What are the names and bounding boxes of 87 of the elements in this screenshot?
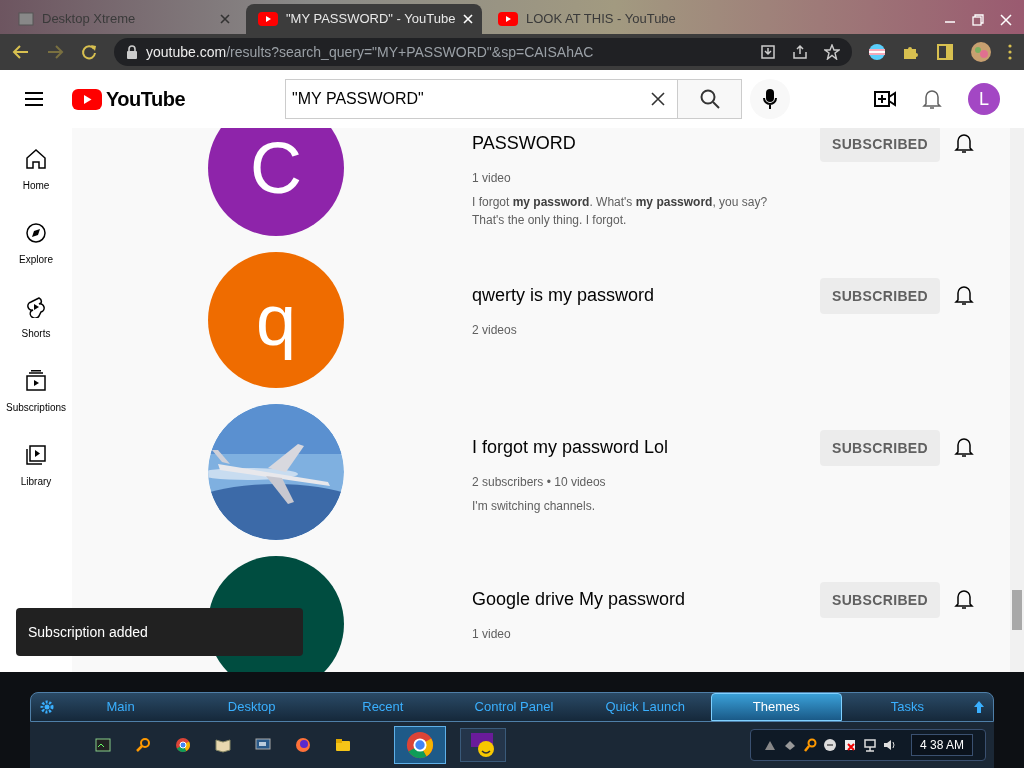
restore-icon[interactable] [972,14,984,26]
bell-icon[interactable] [954,284,974,306]
lock-icon [126,45,138,59]
channel-meta: 2 subscribers • 10 videos [472,474,607,491]
address-bar[interactable]: youtube.com/results?search_query="MY+PASSWORD"&sp=CAISAhAC [114,38,852,66]
channel-title[interactable]: Google drive My password [472,586,794,613]
monitor-icon[interactable] [255,737,271,753]
browser-tab[interactable]: "MY PASSWORD" - YouTube [246,4,482,34]
sidepanel-icon[interactable] [936,43,954,61]
search-button[interactable] [678,79,743,119]
youtube-logo[interactable]: YouTube [72,84,186,114]
channel-meta: 1 video [472,170,512,187]
subscribed-button[interactable]: SUBSCRIBED [820,582,940,618]
smiley-icon[interactable] [469,731,497,759]
star-icon[interactable] [824,44,840,60]
install-icon[interactable] [760,44,776,60]
back-icon[interactable] [12,43,30,61]
network-computer-icon[interactable] [862,738,877,752]
channel-avatar[interactable]: q [208,252,344,388]
taskbar-tab[interactable]: Control Panel [448,693,580,721]
bell-icon[interactable] [954,132,974,154]
menu-icon[interactable] [24,91,44,107]
create-video-icon[interactable] [874,90,896,108]
subscribed-button[interactable]: SUBSCRIBED [820,430,940,466]
account-avatar[interactable]: L [968,83,1000,115]
search-icon[interactable] [802,738,817,752]
channel-description: I forgot my password. What's my password, you say? That's the only thing. I forgot. [472,194,769,229]
channel-description: I'm switching channels. [472,498,596,515]
sidebar-item[interactable]: Home [22,148,50,193]
subscribed-button[interactable]: SUBSCRIBED [820,278,940,314]
library-icon[interactable] [25,444,47,466]
chrome-taskbar-button[interactable] [394,726,446,764]
sidebar-item[interactable]: Explore [19,222,53,267]
subscribed-button[interactable]: SUBSCRIBED [820,128,940,162]
taskbar-tab[interactable]: Tasks [841,693,973,721]
gear-icon[interactable] [39,699,55,715]
url-text: youtube.com/results?search_query="MY+PASSWORD"&sp=CAISAhAC [146,42,594,62]
speaker-icon[interactable] [882,738,897,752]
reload-icon[interactable] [80,43,98,61]
chrome-icon[interactable] [175,737,191,753]
channel-title[interactable]: I forgot my password Lol [472,434,794,461]
folder-icon[interactable] [335,737,351,753]
browser-tab[interactable]: LOOK AT THIS - YouTube [486,4,722,34]
search-icon[interactable] [699,89,720,109]
search-icon[interactable] [135,737,151,753]
arrow-up-icon[interactable] [973,700,985,714]
minus-circle-icon[interactable] [822,738,837,752]
compass-icon[interactable] [25,222,47,244]
menu-dots-icon[interactable] [1008,44,1012,60]
channel-meta: 2 videos [472,322,518,339]
bell-icon[interactable] [954,588,974,610]
home-icon[interactable] [25,148,47,170]
subscriptions-icon[interactable] [25,370,47,392]
channel-title[interactable]: PASSWORD [472,130,794,157]
taskbar-tab[interactable]: Desktop [186,693,318,721]
shorts-icon[interactable] [25,296,47,318]
flag-icon[interactable] [868,43,886,61]
clear-icon[interactable] [651,92,666,106]
messenger-taskbar-button[interactable] [460,728,506,762]
book-icon[interactable] [215,737,231,753]
sidebar-item[interactable]: Subscriptions [6,370,66,415]
firefox-icon[interactable] [295,737,311,753]
flag-error-icon[interactable] [842,738,857,752]
channel-title[interactable]: qwerty is my password [472,282,794,309]
taskbar-tab[interactable]: Quick Launch [579,693,711,721]
profile-icon[interactable] [970,41,992,63]
youtube-icon [498,12,518,26]
channel-avatar[interactable]: C [208,128,344,236]
microphone-button[interactable] [750,79,791,119]
window-icon [18,12,34,26]
search-field[interactable]: "MY PASSWORD" [285,79,679,119]
share-icon[interactable] [792,44,808,60]
taskbar-tab[interactable]: Main [55,693,187,721]
bell-icon[interactable] [954,436,974,458]
clock-text: 4 38 AM [910,734,973,756]
taskbar-tab[interactable]: Themes [710,693,842,721]
youtube-icon [258,12,278,26]
sidebar-item[interactable]: Library [20,444,52,489]
taskbar-tab[interactable]: Recent [317,693,449,721]
chrome-icon[interactable] [405,730,435,760]
toast-message: Subscription added [16,608,303,656]
microphone-icon[interactable] [763,89,778,109]
sidebar-item[interactable]: Shorts [21,296,51,341]
scrollbar[interactable] [1010,128,1024,672]
bell-icon[interactable] [922,88,942,110]
channel-meta: 1 video [472,626,512,643]
terminal-icon[interactable] [95,737,111,753]
